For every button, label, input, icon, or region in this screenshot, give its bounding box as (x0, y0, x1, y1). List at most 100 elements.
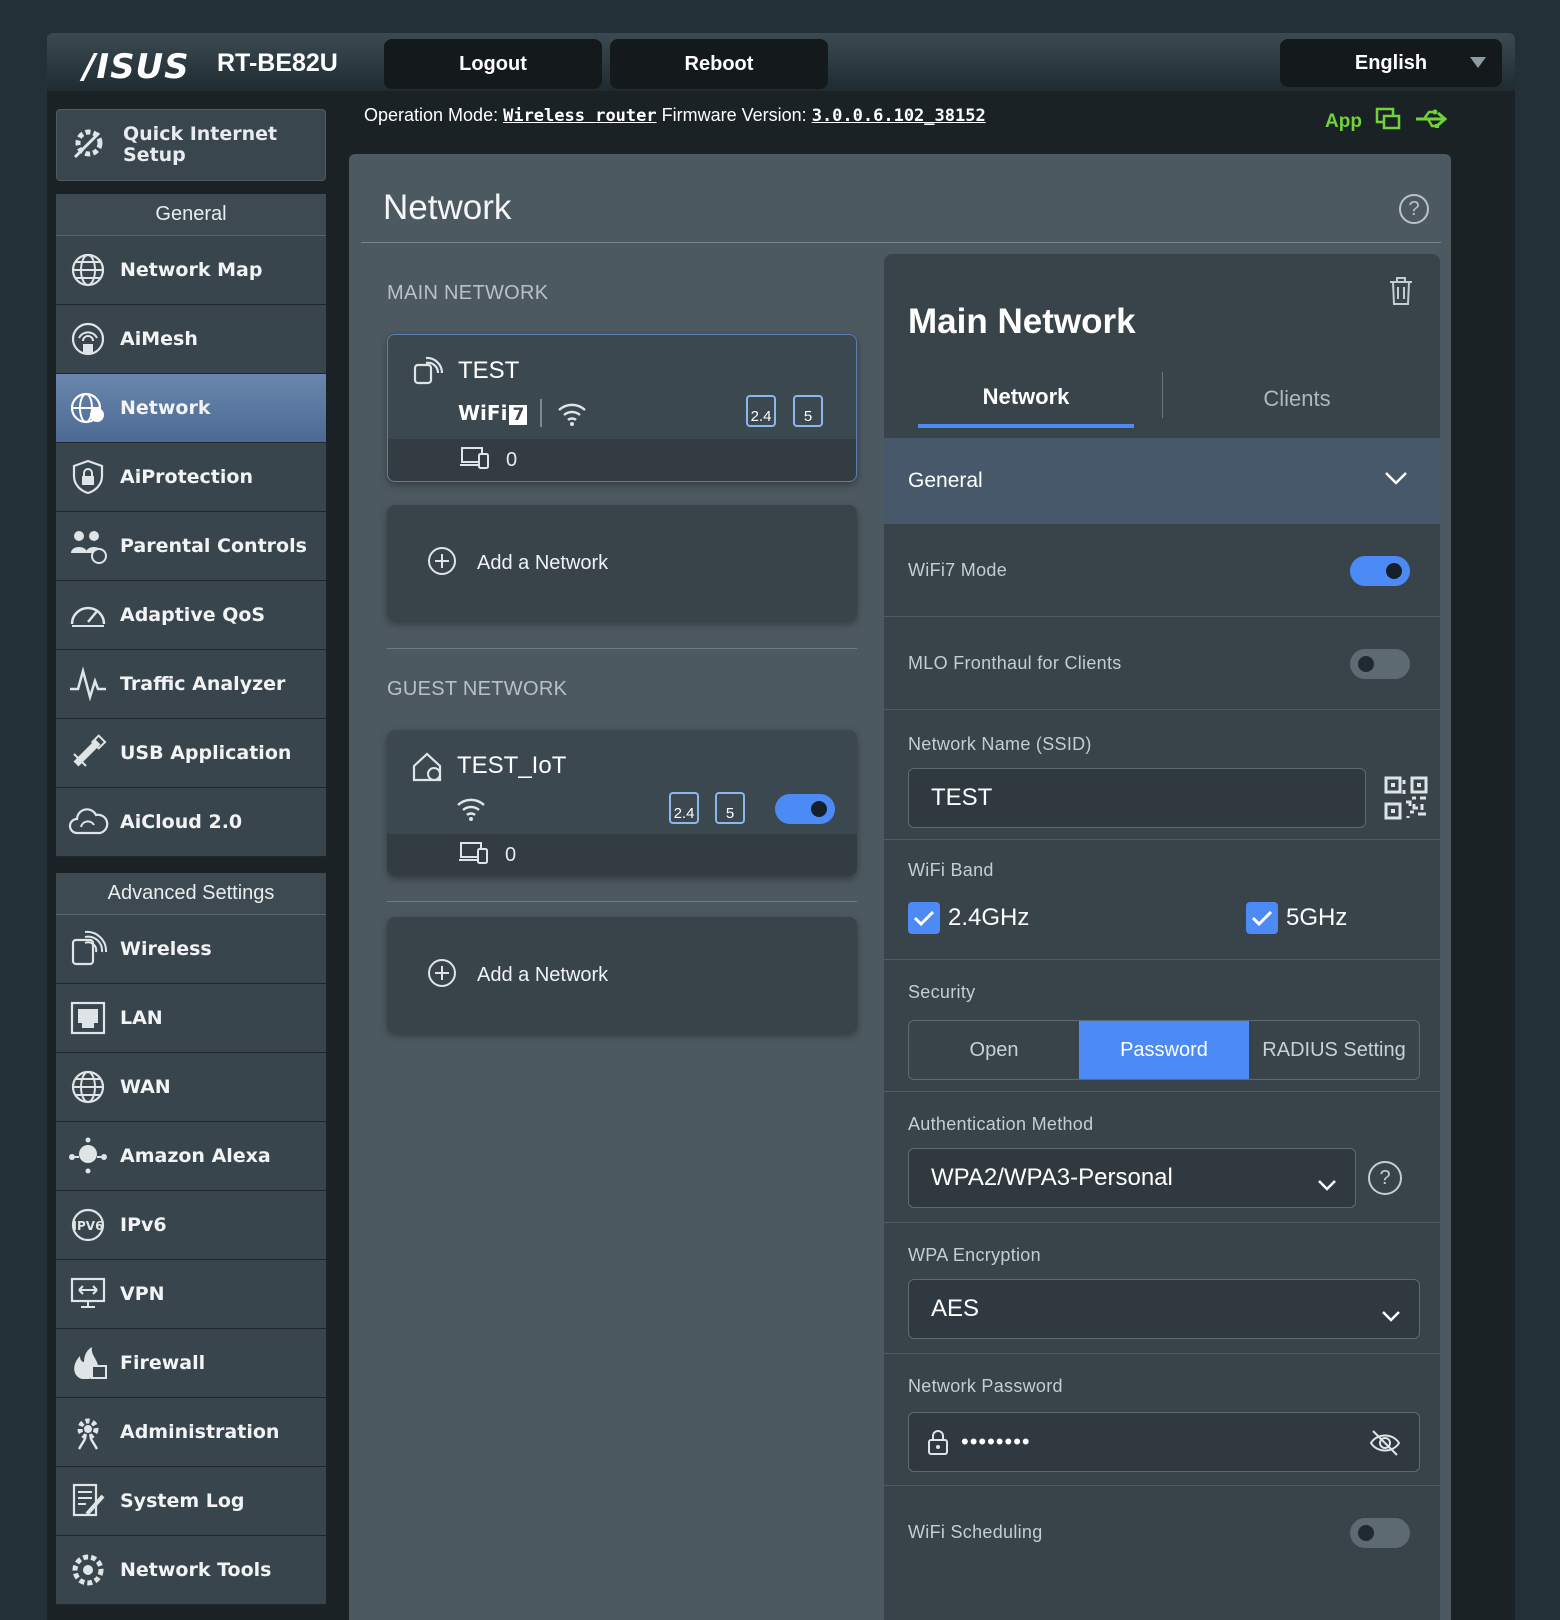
wifi-badge-text: WiFi (458, 401, 508, 425)
guest-client-count: 0 (505, 843, 517, 866)
plus-circle-icon (427, 958, 457, 993)
wifi-band-row: WiFi Band 2.4GHz 5GHz (884, 840, 1440, 960)
sidebar-item-amazon-alexa[interactable]: Amazon Alexa (56, 1122, 326, 1191)
add-guest-network-button[interactable]: Add a Network (387, 917, 857, 1033)
sidebar-item-system-log[interactable]: System Log (56, 1467, 326, 1536)
mlo-row: MLO Fronthaul for Clients (884, 617, 1440, 710)
sidebar-item-aiprotection[interactable]: AiProtection (56, 443, 326, 512)
security-password-option[interactable]: Password (1079, 1021, 1249, 1079)
band-24-checkbox[interactable] (908, 902, 940, 934)
help-icon[interactable]: ? (1399, 194, 1429, 224)
reboot-button[interactable]: Reboot (610, 39, 828, 89)
tab-network[interactable]: Network (918, 370, 1134, 428)
general-section-header[interactable]: General (884, 438, 1440, 524)
sidebar-item-wan[interactable]: WAN (56, 1053, 326, 1122)
sidebar-item-firewall[interactable]: Firewall (56, 1329, 326, 1398)
toggle-knob (1358, 1525, 1374, 1541)
toggle-knob (1386, 563, 1402, 579)
sidebar-item-network-tools[interactable]: Network Tools (56, 1536, 326, 1605)
language-select[interactable]: English (1280, 39, 1502, 87)
quick-internet-setup-button[interactable]: Quick Internet Setup (56, 109, 326, 181)
app-link[interactable]: App (1325, 111, 1362, 133)
network-password-input[interactable]: •••••••• (908, 1412, 1420, 1472)
guest-band-5-icon: 5 (715, 792, 745, 824)
add-main-network-button[interactable]: Add a Network (387, 505, 857, 621)
advanced-menu-title: Advanced Settings (56, 873, 326, 915)
tab-clients[interactable]: Clients (1162, 370, 1432, 428)
trash-icon[interactable] (1388, 276, 1414, 311)
globe-icon (66, 248, 110, 292)
sidebar-item-wireless[interactable]: Wireless (56, 915, 326, 984)
sidebar-item-parental-controls[interactable]: Parental Controls (56, 512, 326, 581)
usb-status-icon[interactable] (1414, 107, 1448, 136)
check-icon (913, 910, 935, 927)
firmware-link[interactable]: 3.0.0.6.102_38152 (812, 106, 986, 126)
badge-divider (540, 399, 542, 427)
wifi7-mode-row: WiFi7 Mode (884, 524, 1440, 617)
network-detail-panel: Main Network Network Clients General WiF… (884, 254, 1440, 1620)
mlo-toggle[interactable] (1350, 649, 1410, 679)
wpa-encryption-label: WPA Encryption (908, 1245, 1041, 1265)
main-network-card[interactable]: TEST WiFi 7 2.4 5 0 (387, 334, 857, 482)
sidebar-item-label: Network Map (120, 259, 263, 281)
guest-network-toggle[interactable] (775, 794, 835, 824)
sidebar-item-aicloud-2-0[interactable]: AiCloud 2.0 (56, 788, 326, 857)
chevron-down-icon (1384, 468, 1408, 492)
auth-method-row: Authentication Method WPA2/WPA3-Personal… (884, 1092, 1440, 1223)
wifi-scheduling-label: WiFi Scheduling (908, 1522, 1043, 1542)
status-icons: App (1325, 105, 1448, 138)
model-name: RT-BE82U (217, 49, 338, 77)
device-icon[interactable] (1374, 105, 1402, 138)
wpa-encryption-value: AES (931, 1295, 980, 1322)
sidebar-item-traffic-analyzer[interactable]: Traffic Analyzer (56, 650, 326, 719)
svg-text:IPV6: IPV6 (73, 1219, 104, 1233)
sidebar-item-ipv6[interactable]: IPV6 IPv6 (56, 1191, 326, 1260)
ssid-input[interactable]: TEST (908, 768, 1366, 828)
family-icon (66, 524, 110, 568)
fw-label: Firmware Version: (661, 105, 807, 125)
ssid-row: Network Name (SSID) TEST (884, 710, 1440, 840)
sidebar-item-lan[interactable]: LAN (56, 984, 326, 1053)
guest-network-label: GUEST NETWORK (387, 678, 568, 700)
wifi7-mode-toggle[interactable] (1350, 556, 1410, 586)
globe-icon (66, 1065, 110, 1109)
sidebar-item-label: Network (120, 397, 211, 419)
sidebar-item-administration[interactable]: Administration (56, 1398, 326, 1467)
router-wifi-icon (412, 355, 444, 392)
guest-band-5-text: 5 (725, 805, 735, 822)
sidebar-item-network-map[interactable]: Network Map (56, 236, 326, 305)
main-network-label: MAIN NETWORK (387, 282, 549, 304)
cloud-icon (66, 800, 110, 844)
operation-info: Operation Mode: Wireless router Firmware… (364, 105, 986, 126)
auth-method-select[interactable]: WPA2/WPA3-Personal (908, 1148, 1356, 1208)
sidebar-item-label: Traffic Analyzer (120, 673, 286, 695)
wifi-scheduling-toggle[interactable] (1350, 1518, 1410, 1548)
toggle-knob (1358, 656, 1374, 672)
eye-slash-icon[interactable] (1369, 1429, 1401, 1464)
sidebar-item-vpn[interactable]: VPN (56, 1260, 326, 1329)
band-5-checkbox[interactable] (1246, 902, 1278, 934)
auth-help-icon[interactable]: ? (1368, 1161, 1402, 1195)
guest-network-card[interactable]: TEST_IoT 2.4 5 0 (387, 730, 857, 876)
password-value: •••••••• (961, 1429, 1031, 1454)
op-mode-link[interactable]: Wireless router (503, 106, 657, 126)
sidebar-item-network[interactable]: Network (56, 374, 326, 443)
op-mode-label: Operation Mode: (364, 105, 499, 125)
sidebar-item-usb-application[interactable]: USB Application (56, 719, 326, 788)
qr-code-icon[interactable] (1384, 776, 1428, 825)
sidebar-item-label: Firewall (120, 1352, 206, 1374)
add-network-label: Add a Network (477, 551, 609, 574)
band-5-text: 5 (803, 408, 813, 425)
usb-icon (66, 731, 110, 775)
sidebar-item-label: Amazon Alexa (120, 1145, 271, 1167)
auth-method-value: WPA2/WPA3-Personal (931, 1164, 1173, 1191)
lock-icon (927, 1428, 949, 1456)
security-radius-option[interactable]: RADIUS Setting (1249, 1021, 1419, 1079)
mlo-label: MLO Fronthaul for Clients (908, 653, 1122, 673)
sidebar-item-aimesh[interactable]: AiMesh (56, 305, 326, 374)
security-open-option[interactable]: Open (909, 1021, 1079, 1079)
logout-button[interactable]: Logout (384, 39, 602, 89)
wpa-encryption-select[interactable]: AES (908, 1279, 1420, 1339)
sidebar-item-adaptive-qos[interactable]: Adaptive QoS (56, 581, 326, 650)
toggle-knob (811, 801, 827, 817)
